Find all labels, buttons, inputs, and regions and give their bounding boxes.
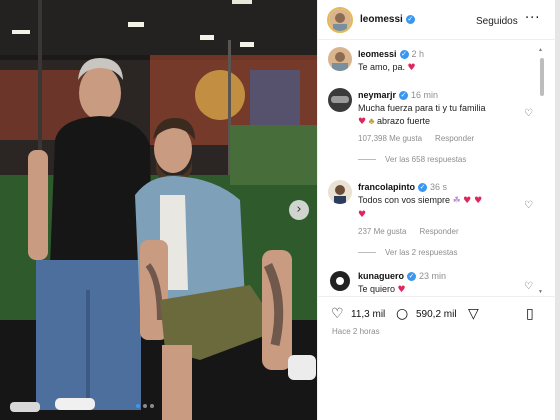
heart-emoji-icon: ♥ ♥ [463,196,483,206]
post-header: leomessi ✓ Seguidos ··· [318,0,556,40]
comment-username[interactable]: neymarjr [358,90,396,100]
avatar[interactable] [328,269,352,293]
like-comment-heart-icon[interactable]: ♡ [524,281,533,292]
heart-emoji-icon: ♥ [358,210,367,220]
comment-time: 23 min [419,271,447,281]
comment-text: Te quiero [358,284,396,294]
share-send-icon[interactable]: ▽ [468,306,479,322]
like-comment-heart-icon[interactable]: ♡ [524,200,533,211]
like-heart-icon[interactable]: ♡ [331,306,344,322]
verified-badge-icon: ✓ [407,272,417,282]
avatar[interactable] [328,88,352,112]
scrollbar-thumb[interactable] [540,58,544,96]
caption-username[interactable]: leomessi [358,49,397,59]
view-replies-link[interactable]: Ver las 2 respuestas [358,246,528,259]
list-item: kunaguero ✓ 23 min Te quiero ♥ ♡ [328,269,533,295]
avatar[interactable] [327,6,353,33]
hug-emoji-icon: ♣ [368,116,375,126]
carousel-dot [150,404,154,408]
view-replies-label: Ver las 658 respuestas [385,155,467,164]
comment-likes[interactable]: 237 Me gusta [358,227,406,236]
comment-time: 16 min [411,90,439,100]
comment-username[interactable]: francolapinto [358,182,415,192]
list-item: francolapinto ✓ 36 s Todos con vos siempre… [328,180,533,262]
verified-badge-icon: ✓ [399,91,409,101]
comment-text-2: abrazo fuerte [377,116,431,126]
heart-emoji-icon: ♥ [358,117,367,127]
avatar[interactable] [328,47,352,71]
avatar[interactable] [328,180,352,204]
reply-button[interactable]: Responder [419,227,458,236]
comment-text: Mucha fuerza para ti y tu familia [358,103,486,113]
carousel-dots [136,404,154,408]
comments-count: 590,2 mil [416,309,457,320]
comment-likes[interactable]: 107,398 Me gusta [358,134,422,143]
caption-text: Te amo, pa. [358,62,406,72]
caption-body: leomessi ✓ 2 h Te amo, pa. ♥ [358,48,528,75]
heart-emoji-icon: ♥ [397,285,406,295]
post-photo: › [0,0,317,420]
caption-time: 2 h [411,49,425,59]
praying-hands-emoji-icon: ☘ [452,195,461,205]
reply-button[interactable]: Responder [435,134,474,143]
screen: › leomessi ✓ Seguidos ··· leomessi ✓ 2 h… [0,0,560,420]
bookmark-icon[interactable]: ▯ [526,306,534,322]
view-replies-link[interactable]: Ver las 658 respuestas [358,153,528,166]
following-button[interactable]: Seguidos [476,16,518,27]
likes-count[interactable]: 11,3 mil [351,309,385,320]
verified-badge-icon: ✓ [405,15,415,24]
comment-body: kunaguero ✓ 23 min Te quiero ♥ [358,270,528,295]
comments-list[interactable]: leomessi ✓ 2 h Te amo, pa. ♥ neymarjr ✓ 16 m… [318,40,556,295]
list-item: neymarjr ✓ 16 min Mucha fuerza para ti y t… [328,88,533,173]
comment-body: neymarjr ✓ 16 min Mucha fuerza para ti y t… [358,89,528,166]
verified-badge-icon: ✓ [418,183,428,193]
divider [358,252,376,254]
heart-emoji-icon: ♥ [407,63,416,73]
comment-body: francolapinto ✓ 36 s Todos con vos siempre… [358,181,528,259]
comment-meta: 107,398 Me gusta Responder [358,132,528,145]
divider [358,159,376,161]
chevron-right-icon[interactable]: › [289,200,309,220]
scroll-down-icon[interactable]: ▼ [538,289,543,295]
comment-username[interactable]: kunaguero [358,271,404,281]
carousel-dot [143,404,147,408]
view-replies-label: Ver las 2 respuestas [385,248,458,257]
post-username[interactable]: leomessi [360,14,403,25]
post-timestamp: Hace 2 horas [332,327,380,336]
verified-badge-icon: ✓ [399,50,409,60]
comment-time: 36 s [430,182,448,192]
more-horizontal-icon[interactable]: ··· [525,11,540,26]
comments-panel: leomessi ✓ Seguidos ··· leomessi ✓ 2 h Te … [317,0,556,420]
comment-text: Todos con vos siempre [358,195,451,205]
carousel-dot-active [136,404,140,408]
comment-bubble-icon[interactable]: ○ [396,306,408,322]
caption: leomessi ✓ 2 h Te amo, pa. ♥ [328,47,533,77]
comment-meta: 237 Me gusta Responder [358,225,528,238]
like-comment-heart-icon[interactable]: ♡ [524,108,533,119]
photo-illustration [0,0,317,420]
scroll-up-icon[interactable]: ▲ [538,47,543,53]
